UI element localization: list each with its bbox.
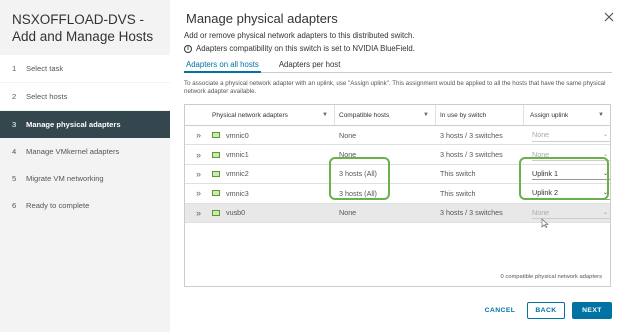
network-adapter-icon [212,190,220,197]
cancel-button[interactable]: CANCEL [480,302,520,319]
expand-row-icon[interactable]: » [185,150,208,160]
compatible-hosts: None [339,208,357,218]
adapter-name: vusb0 [226,208,246,218]
network-adapter-icon [212,132,220,139]
step-number: 5 [12,174,17,183]
filter-icon[interactable]: ▼ [598,112,604,118]
step-number: 2 [12,92,17,101]
uplink-instructions: To associate a physical network adapter … [184,80,606,95]
back-button[interactable]: BACK [527,302,565,319]
network-adapter-icon [212,151,220,158]
step-migrate-vm-networking[interactable]: 5 Migrate VM networking [0,165,170,192]
network-adapter-icon [212,209,220,216]
column-header-adapters[interactable]: Physical network adapters ▼ [208,105,335,125]
mouse-cursor-icon [541,218,549,228]
page-title: Manage physical adapters [186,11,338,26]
compat-info: i Adapters compatibility on this switch … [184,44,415,53]
adapter-name: vmnic3 [226,188,249,198]
step-number: 6 [12,201,17,210]
expand-row-icon[interactable]: » [185,169,208,179]
step-select-task[interactable]: 1 Select task [0,55,170,82]
next-button[interactable]: NEXT [572,302,612,319]
column-header-label: Assign uplink [530,111,569,119]
chevron-down-icon: ⌄ [602,132,608,139]
column-header-compatible-hosts[interactable]: Compatible hosts ▼ [335,105,436,125]
adapter-name: vmnic1 [226,150,249,160]
step-manage-physical-adapters[interactable]: 3 Manage physical adapters [0,111,170,138]
tab-adapters-on-all-hosts[interactable]: Adapters on all hosts [184,58,261,73]
tab-adapters-per-host[interactable]: Adapters per host [277,58,343,73]
in-use-by-switch: 3 hosts / 3 switches [440,130,503,140]
grid-footer: 0 compatible physical network adapters [500,274,603,280]
filter-icon[interactable]: ▼ [423,112,429,118]
in-use-by-switch: 3 hosts / 3 switches [440,208,503,218]
wizard-title: NSXOFFLOAD-DVS - Add and Manage Hosts [12,12,154,44]
step-label: Manage physical adapters [26,120,121,129]
compatible-hosts-highlight [329,157,390,200]
uplink-value: None [532,207,550,217]
add-manage-hosts-wizard: NSXOFFLOAD-DVS - Add and Manage Hosts 1 … [0,0,624,332]
adapter-name: vmnic0 [226,130,249,140]
wizard-sidebar: NSXOFFLOAD-DVS - Add and Manage Hosts 1 … [0,0,170,332]
uplink-value: None [532,130,550,140]
compat-info-text: Adapters compatibility on this switch is… [196,44,415,53]
grid-header: Physical network adapters ▼ Compatible h… [185,105,610,126]
step-manage-vmkernel-adapters[interactable]: 4 Manage VMkernel adapters [0,138,170,165]
step-label: Ready to complete [26,201,90,210]
expand-row-icon[interactable]: » [185,130,208,140]
expand-row-icon[interactable]: » [185,208,208,218]
assign-uplink-highlight [519,157,609,200]
network-adapter-icon [212,170,220,177]
step-number: 4 [12,147,17,156]
column-header-label: In use by switch [440,111,487,119]
step-ready-to-complete[interactable]: 6 Ready to complete [0,192,170,219]
compatible-hosts: None [339,130,357,140]
expand-row-icon[interactable]: » [185,188,208,198]
in-use-by-switch: This switch [440,169,476,179]
column-header-in-use[interactable]: In use by switch [436,105,524,125]
column-header-assign-uplink[interactable]: Assign uplink ▼ [524,105,610,125]
info-icon: i [184,44,192,53]
step-number: 3 [12,120,17,129]
step-label: Migrate VM networking [26,174,104,183]
close-icon[interactable] [604,12,614,22]
table-row[interactable]: » vmnic0 None 3 hosts / 3 switches None ⌄ [185,126,610,146]
column-header-label: Compatible hosts [339,111,390,119]
step-label: Select task [26,64,64,73]
adapter-tabs: Adapters on all hosts Adapters per host [184,58,612,73]
step-label: Manage VMkernel adapters [26,147,120,156]
in-use-by-switch: This switch [440,188,476,198]
step-number: 1 [12,64,17,73]
in-use-by-switch: 3 hosts / 3 switches [440,150,503,160]
filter-icon[interactable]: ▼ [322,112,328,118]
wizard-steps: 1 Select task 2 Select hosts 3 Manage ph… [0,55,170,219]
step-select-hosts[interactable]: 2 Select hosts [0,83,170,110]
page-subtitle: Add or remove physical network adapters … [184,31,415,40]
step-label: Select hosts [26,92,68,101]
adapter-name: vmnic2 [226,169,249,179]
column-header-label: Physical network adapters [212,111,288,119]
chevron-down-icon: ⌄ [602,209,608,216]
assign-uplink-select[interactable]: None ⌄ [532,129,610,142]
